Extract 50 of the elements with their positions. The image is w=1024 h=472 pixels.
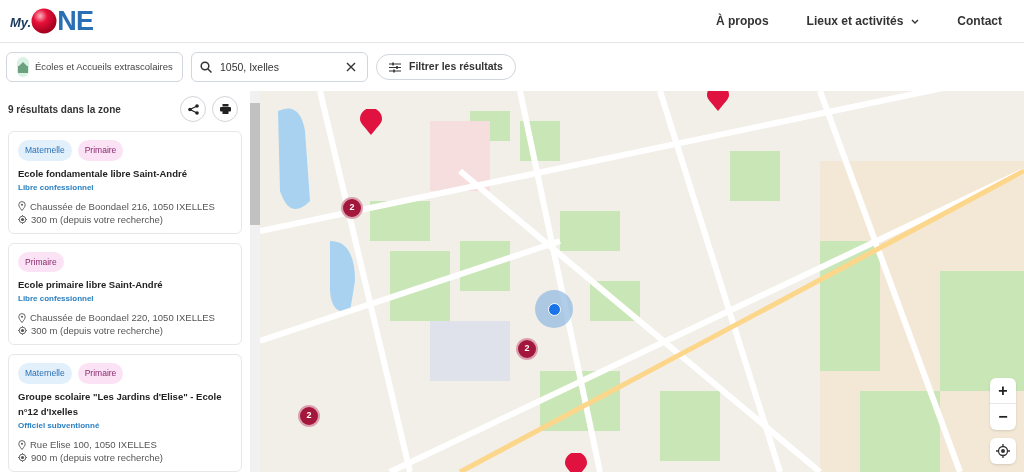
- distance-text: 300 m (depuis votre recherche): [31, 324, 163, 338]
- category-select[interactable]: Écoles et Accueils extrascolaires: [6, 52, 183, 82]
- nav-link[interactable]: Contact: [957, 12, 1002, 30]
- results-count: 9 résultats dans la zone: [8, 102, 121, 117]
- logo-text: NE: [57, 8, 94, 34]
- school-name: Ecole primaire libre Saint-André: [18, 278, 164, 293]
- distance-text: 900 m (depuis votre recherche): [31, 451, 163, 464]
- address-text: Rue Elise 100, 1050 IXELLES: [30, 438, 157, 451]
- location-pin-icon: [18, 312, 26, 323]
- location-pin-icon: [18, 439, 26, 450]
- locate-button[interactable]: [990, 438, 1016, 464]
- logo-text: My.: [10, 13, 32, 32]
- search-field[interactable]: 1050, Ixelles: [191, 52, 368, 82]
- search-icon: [200, 61, 212, 73]
- network-label: Libre confessionnel: [18, 181, 95, 194]
- distance-text: 300 m (depuis votre recherche): [31, 212, 163, 226]
- map-pin-icon[interactable]: [360, 109, 382, 135]
- sliders-icon: [389, 61, 401, 73]
- school-icon: [17, 57, 29, 77]
- level-tag: Primaire: [18, 251, 64, 273]
- close-icon[interactable]: [346, 62, 356, 72]
- target-icon: [18, 453, 27, 462]
- crosshair-icon: [996, 444, 1010, 458]
- zoom-in-button[interactable]: +: [990, 378, 1016, 404]
- result-card[interactable]: Maternelle Primaire Ecole fondamentale libre Saint-André Libre confessionnel Chaussée de Boondael 216, 1050 IXELLES 300 m (depuis votre recherche): [8, 130, 242, 234]
- scrollbar[interactable]: [250, 91, 260, 472]
- school-name: Groupe scolaire "Les Jardins d'Elise" - Ecole n°12 d'Ixelles: [18, 390, 223, 419]
- share-icon: [187, 103, 199, 115]
- school-name: Ecole fondamentale libre Saint-André: [18, 166, 188, 181]
- level-tag: Primaire: [77, 139, 124, 161]
- nav-link[interactable]: À propos: [715, 12, 769, 30]
- target-icon: [18, 214, 27, 224]
- address-text: Chaussée de Boondael 216, 1050 IXELLES: [30, 199, 215, 213]
- level-tag: Maternelle: [18, 363, 72, 384]
- zoom-out-button[interactable]: −: [990, 404, 1016, 430]
- location-pin-icon: [18, 201, 26, 211]
- ball-icon: [31, 8, 58, 34]
- network-label: Libre confessionnel: [18, 293, 95, 306]
- level-tag: Primaire: [77, 363, 124, 384]
- network-label: Officiel subventionné: [18, 420, 101, 432]
- map-pin-icon[interactable]: [565, 453, 587, 472]
- level-tag: Maternelle: [18, 139, 72, 161]
- printer-icon: [219, 104, 231, 115]
- address-text: Chaussée de Boondael 220, 1050 IXELLES: [30, 311, 215, 325]
- target-icon: [18, 326, 27, 336]
- nav-link[interactable]: Lieux et activités: [806, 12, 920, 30]
- result-card[interactable]: Primaire Ecole primaire libre Saint-André Libre confessionnel Chaussée de Boondael 220, 1050 IXELLES 300 m (depuis votre recherche): [8, 242, 242, 346]
- chevron-down-icon: [911, 18, 920, 24]
- map-pin-icon[interactable]: [707, 91, 729, 111]
- result-card[interactable]: Maternelle Primaire Groupe scolaire "Les Jardins d'Elise" - Ecole n°12 d'Ixelles Officiel subventionné Rue Elise 100, 1050 IXELLES 900 m (depuis votre recherche): [8, 354, 242, 472]
